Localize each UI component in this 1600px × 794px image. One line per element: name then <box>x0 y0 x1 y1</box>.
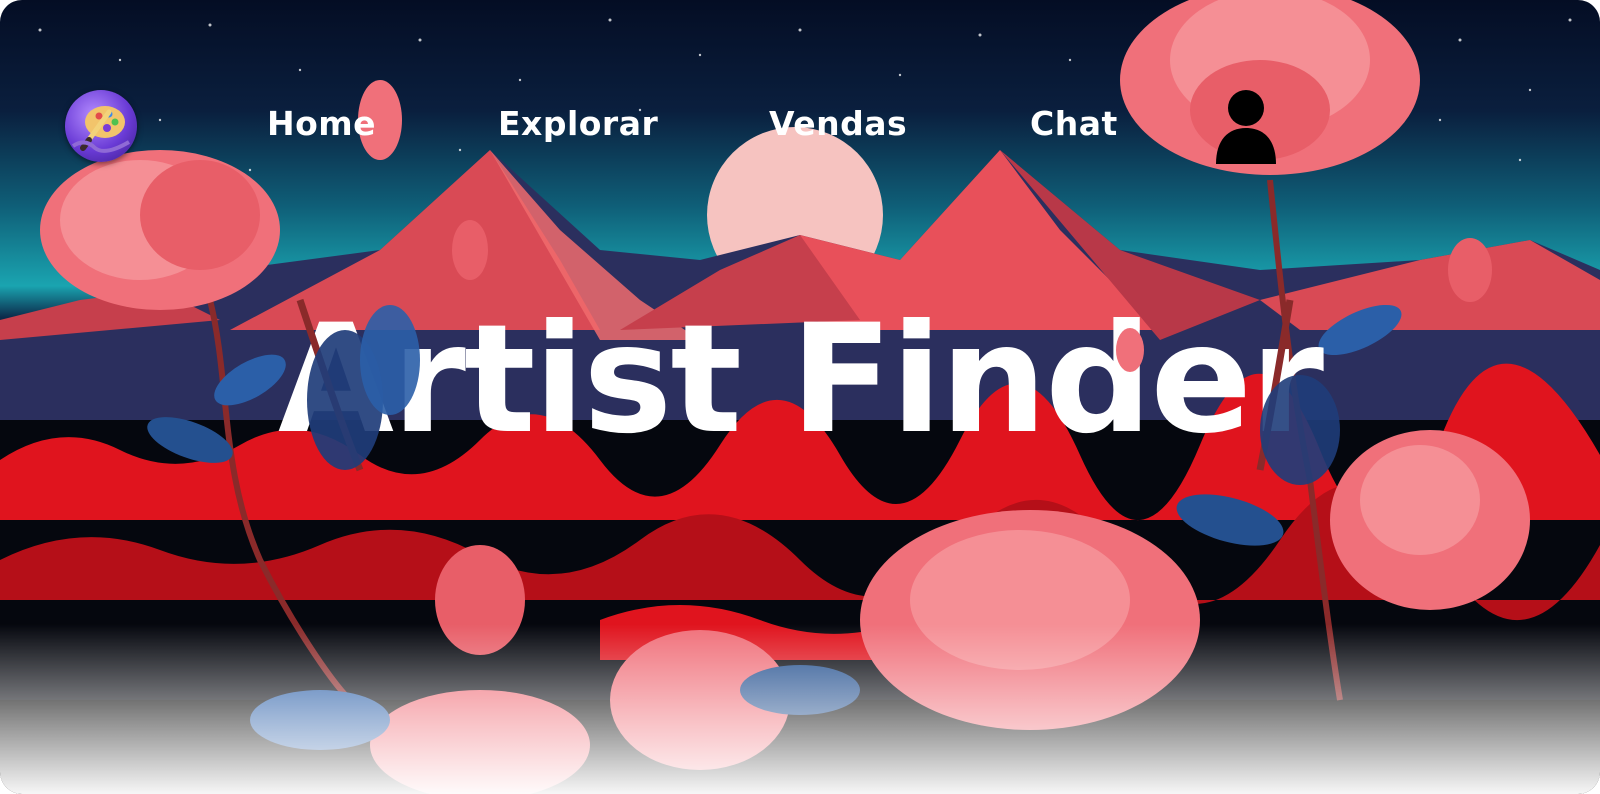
nav-link-vendas[interactable]: Vendas <box>769 104 907 143</box>
user-profile-icon <box>1216 90 1276 164</box>
top-navigation: Home Explorar Vendas Chat <box>0 0 1600 200</box>
user-profile-button[interactable] <box>1214 88 1278 166</box>
nav-link-chat[interactable]: Chat <box>1030 104 1118 143</box>
hero-banner: Artist Finder Home Explorar Vendas Chat <box>0 0 1600 794</box>
bottom-fade <box>0 624 1600 794</box>
nav-link-home[interactable]: Home <box>267 104 376 143</box>
nav-link-explorar[interactable]: Explorar <box>498 104 658 143</box>
logo[interactable] <box>65 90 137 162</box>
hero-title: Artist Finder <box>277 293 1324 467</box>
artist-palette-icon <box>71 106 131 153</box>
